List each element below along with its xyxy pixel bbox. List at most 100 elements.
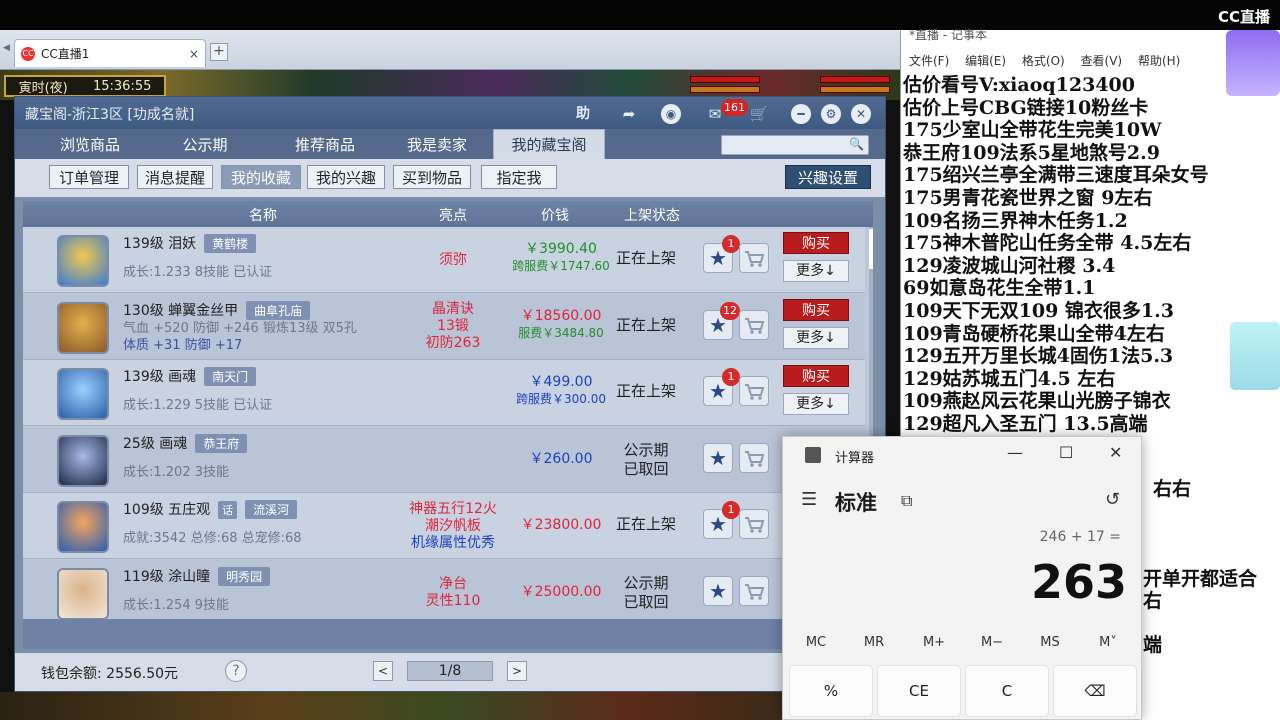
- next-page-button[interactable]: >: [507, 661, 527, 681]
- help-icon[interactable]: ?: [225, 660, 247, 682]
- favorite-star-button[interactable]: ★ 12: [703, 301, 740, 340]
- menu-edit[interactable]: 编辑(E): [965, 54, 1006, 68]
- subtab-designated[interactable]: 指定我: [481, 165, 557, 189]
- buy-button[interactable]: 购买: [783, 298, 849, 321]
- listing-status: 公示期 已取回: [623, 440, 669, 478]
- more-dropdown-button[interactable]: 更多↓: [783, 393, 849, 415]
- add-to-cart-button[interactable]: [739, 575, 769, 606]
- table-row[interactable]: 130级 蝉翼金丝甲 曲阜孔庙 气血 +520 防御 +246 锻炼13级 双5孔体…: [23, 293, 865, 360]
- subtab-interests[interactable]: 我的兴趣: [307, 165, 385, 189]
- table-row[interactable]: 119级 涂山瞳 明秀园 成长:1.254 9技能 净台 灵性110 ￥25000.00 公…: [23, 559, 865, 626]
- game-scene-bottom: [0, 692, 900, 720]
- table-row[interactable]: 109级 五庄观话流溪河 成就:3542 总修:68 总宠修:68 神器五行12火潮…: [23, 493, 865, 559]
- menu-file[interactable]: 文件(F): [909, 54, 949, 68]
- maximize-icon[interactable]: ☐: [1059, 443, 1073, 462]
- add-to-cart-button[interactable]: [739, 243, 769, 273]
- menu-view[interactable]: 查看(V): [1081, 54, 1123, 68]
- scrollbar-thumb[interactable]: [869, 229, 873, 269]
- cart-icon[interactable]: 🛒: [749, 104, 769, 124]
- game-time-label: 寅时(夜): [18, 80, 68, 96]
- notepad-text-area[interactable]: 估价看号V:xiaoq123400 估价上号CBG链接10粉丝卡 175少室山全带花…: [903, 74, 1279, 436]
- minimize-icon[interactable]: —: [1007, 443, 1023, 462]
- tab-scroll-left-icon[interactable]: ◀: [3, 43, 10, 53]
- memory-add-button[interactable]: M+: [905, 635, 963, 650]
- add-to-cart-button[interactable]: [739, 442, 769, 473]
- percent-button[interactable]: %: [789, 665, 873, 717]
- new-tab-button[interactable]: +: [210, 43, 228, 61]
- more-dropdown-button[interactable]: 更多↓: [783, 326, 849, 349]
- server-tag: 恭王府: [195, 433, 248, 453]
- favorite-star-button[interactable]: ★ 1: [703, 501, 740, 539]
- cross-server-fee: 跨服费￥1747.60: [512, 259, 610, 273]
- memory-subtract-button[interactable]: M−: [963, 635, 1021, 650]
- tab-browse[interactable]: 浏览商品: [35, 129, 145, 159]
- item-stats-line: 气血 +520 防御 +246 锻炼13级 双5孔: [123, 320, 357, 336]
- interest-settings-button[interactable]: 兴趣设置: [785, 165, 871, 189]
- add-to-cart-button[interactable]: [739, 376, 769, 406]
- tab-seller[interactable]: 我是卖家: [385, 129, 489, 159]
- memory-clear-button[interactable]: MC: [787, 635, 845, 650]
- notepad-line: 129凌波城山河社稷 3.4: [903, 254, 1116, 277]
- item-avatar[interactable]: [57, 368, 109, 420]
- item-avatar[interactable]: [57, 434, 109, 487]
- subtab-orders[interactable]: 订单管理: [49, 165, 129, 189]
- menu-format[interactable]: 格式(O): [1022, 54, 1065, 68]
- notepad-text-fragment: 端: [1143, 634, 1163, 656]
- keep-on-top-icon[interactable]: ⧉: [901, 491, 912, 511]
- table-row[interactable]: 139级 泪妖 黄鹤楼 成长:1.233 8技能 已认证 须弥 ￥3990.40 跨服费￥…: [23, 227, 865, 293]
- more-dropdown-button[interactable]: 更多↓: [783, 260, 849, 282]
- memory-list-button[interactable]: M˅: [1079, 635, 1137, 650]
- favorite-star-button[interactable]: ★ 1: [703, 235, 740, 273]
- item-price-cell: ￥260.00: [507, 451, 615, 468]
- close-icon[interactable]: ✕: [851, 104, 871, 124]
- notepad-line: 175神木普陀山任务全带 4.5左右: [903, 232, 1192, 255]
- search-icon[interactable]: 🔍: [849, 137, 864, 151]
- notepad-line: 109名扬三界神木任务1.2: [903, 209, 1128, 232]
- record-icon[interactable]: ◉: [661, 104, 681, 124]
- memory-recall-button[interactable]: MR: [845, 635, 903, 650]
- table-row[interactable]: 139级 画魂 南天门 成长:1.229 5技能 已认证 ￥499.00 跨服费￥300…: [23, 360, 865, 426]
- subtab-purchased[interactable]: 买到物品: [393, 165, 471, 189]
- settings-gear-icon[interactable]: ⚙: [821, 104, 841, 124]
- notepad-line: 109青岛硬桥花果山全带4左右: [903, 322, 1165, 345]
- memory-store-button[interactable]: MS: [1021, 635, 1079, 650]
- tab-close-icon[interactable]: ×: [189, 47, 199, 61]
- subtab-favorites[interactable]: 我的收藏: [221, 165, 301, 189]
- item-avatar[interactable]: [57, 235, 109, 287]
- table-row[interactable]: 25级 画魂 恭王府 成长:1.202 3技能 ￥260.00 公示期 已取回 ★: [23, 426, 865, 493]
- clear-entry-button[interactable]: CE: [877, 665, 961, 717]
- tab-recommended[interactable]: 推荐商品: [265, 129, 385, 159]
- favorite-star-button[interactable]: ★: [703, 575, 733, 606]
- notepad-line: 恭王府109法系5星地煞号2.9: [903, 141, 1160, 164]
- browser-tab[interactable]: CC CC直播1 ×: [14, 39, 206, 67]
- history-icon[interactable]: ↺: [1105, 489, 1120, 510]
- notepad-line: 估价看号V:xiaoq123400: [903, 74, 1135, 96]
- clear-button[interactable]: C: [965, 665, 1049, 717]
- notepad-line: 175绍兴兰亭全满带三速度耳朵女号: [903, 164, 1209, 187]
- add-to-cart-button[interactable]: [739, 509, 769, 539]
- add-to-cart-button[interactable]: [739, 309, 769, 340]
- buy-button[interactable]: 购买: [783, 232, 849, 254]
- close-icon[interactable]: ✕: [1109, 443, 1122, 462]
- search-input[interactable]: 🔍: [721, 135, 869, 155]
- prev-page-button[interactable]: <: [373, 661, 393, 681]
- backspace-button[interactable]: ⌫: [1053, 665, 1137, 717]
- menu-help[interactable]: 帮助(H): [1138, 54, 1180, 68]
- wallet-balance: 钱包余额: 2556.50元: [41, 666, 179, 682]
- notepad-line: 69如意岛花生全带1.1: [903, 277, 1096, 300]
- favorite-star-button[interactable]: ★ 1: [703, 368, 740, 406]
- item-avatar[interactable]: [57, 301, 109, 354]
- share-icon[interactable]: ➦: [619, 104, 639, 124]
- item-price-cell: ￥23800.00: [507, 517, 615, 534]
- item-price: ￥23800.00: [520, 517, 602, 533]
- item-avatar[interactable]: [57, 567, 109, 620]
- tab-my-pavilion[interactable]: 我的藏宝阁: [493, 129, 605, 159]
- hamburger-menu-icon[interactable]: ☰: [801, 489, 817, 510]
- subtab-messages[interactable]: 消息提醒: [137, 165, 213, 189]
- item-avatar[interactable]: [57, 501, 109, 553]
- buy-button[interactable]: 购买: [783, 365, 849, 387]
- assistant-button[interactable]: 助: [573, 104, 593, 124]
- minimize-icon[interactable]: ━: [791, 104, 811, 124]
- tab-announcement[interactable]: 公示期: [155, 129, 255, 159]
- favorite-star-button[interactable]: ★: [703, 442, 733, 473]
